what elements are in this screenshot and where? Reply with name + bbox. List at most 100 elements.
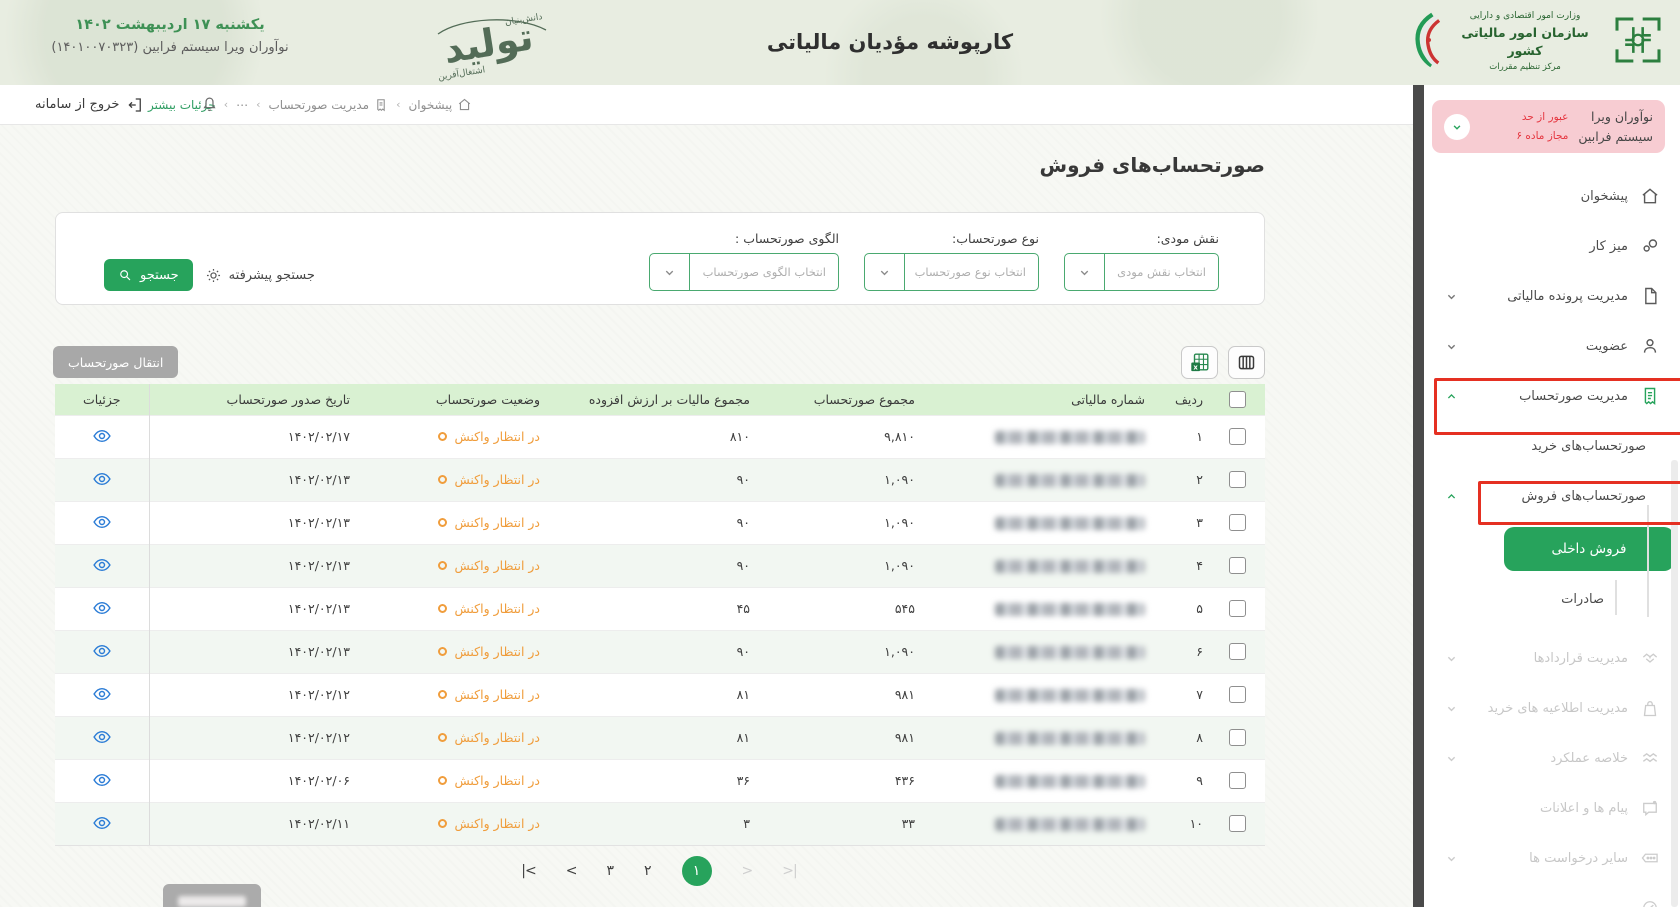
sidebar-scrollbar[interactable] (1671, 460, 1678, 907)
pagination-first-button[interactable]: |< (521, 863, 535, 879)
user-card-expand-button[interactable] (1444, 114, 1470, 140)
sidebar-item[interactable]: میز کار (1424, 221, 1680, 271)
transfer-invoice-button[interactable]: انتقال صورتحساب (53, 346, 178, 378)
blurred-tax-id (995, 818, 1145, 831)
tree-guide-line (1647, 505, 1649, 617)
view-details-button[interactable] (90, 596, 114, 620)
status-badge: در انتظار واکنش (438, 429, 540, 444)
pagination-page-1-active[interactable]: ۱ (682, 856, 712, 886)
row-checkbox[interactable] (1229, 514, 1246, 531)
invoice-total-cell: ۱,۰۹۰ (764, 501, 929, 544)
status-cell: در انتظار واکنش (364, 759, 554, 802)
logout-button[interactable]: خروج از سامانه (35, 85, 144, 124)
pagination-prev-button[interactable]: < (566, 863, 577, 879)
sidebar-item[interactable]: صورتحساب‌های فروش (1424, 471, 1680, 521)
view-details-button[interactable] (90, 725, 114, 749)
main-content: صورتحساب‌های فروش نقش مودی:انتخاب نقش مو… (0, 125, 1413, 907)
sidebar: نوآوران ویرا سیستم فرابین عبور از حد مجا… (1424, 85, 1680, 907)
issue-date-cell: ۱۴۰۲/۰۲/۰۶ (149, 759, 364, 802)
sidebar-item[interactable]: پیشخوان (1424, 171, 1680, 221)
pagination-page-2[interactable]: ۲ (644, 863, 652, 879)
sidebar-item[interactable]: مدیریت پرونده مالیاتی (1424, 271, 1680, 321)
row-checkbox[interactable] (1229, 815, 1246, 832)
sidebar-item[interactable]: مدیریت صورتحساب (1424, 371, 1680, 421)
view-details-button[interactable] (90, 467, 114, 491)
row-checkbox[interactable] (1229, 471, 1246, 488)
table-row: ۶۱,۰۹۰۹۰در انتظار واکنش۱۴۰۲/۰۲/۱۳ (55, 630, 1265, 673)
row-checkbox[interactable] (1229, 428, 1246, 445)
column-header: مجموع صورتحساب (764, 384, 929, 415)
row-checkbox[interactable] (1229, 557, 1246, 574)
row-checkbox[interactable] (1229, 729, 1246, 746)
details-cell (55, 501, 149, 544)
sidebar-item-label: عضویت (1586, 339, 1628, 354)
tax-id-cell (929, 802, 1159, 845)
filter-select[interactable]: انتخاب الگوی صورتحساب (649, 253, 839, 291)
current-date: یکشنبه ۱۷ اردیبهشت ۱۴۰۲ (20, 17, 320, 33)
sidebar-item[interactable]: صادرات (1424, 581, 1680, 617)
vat-total-cell: ۳ (554, 802, 764, 845)
view-details-button[interactable] (90, 639, 114, 663)
invoice-total-cell: ۹,۸۱۰ (764, 415, 929, 458)
status-dot-icon (438, 561, 447, 570)
details-cell (55, 544, 149, 587)
sidebar-item[interactable]: مدیریت اطلاعیه های خرید (1424, 683, 1680, 733)
workspace-icon (1640, 236, 1660, 256)
chevron-down-icon (1444, 651, 1459, 666)
sidebar-item[interactable] (1424, 883, 1680, 907)
user-name-line1: نوآوران ویرا (1578, 107, 1653, 126)
issue-date-cell: ۱۴۰۲/۰۲/۱۲ (149, 673, 364, 716)
row-checkbox-cell (1217, 716, 1265, 759)
row-checkbox[interactable] (1229, 643, 1246, 660)
sidebar-item-label: مدیریت اطلاعیه های خرید (1488, 701, 1628, 716)
exit-icon (126, 96, 144, 114)
chevron-down-icon (1444, 751, 1459, 766)
table-toolbar: انتقال صورتحساب x (53, 341, 1265, 383)
export-excel-button[interactable]: x (1181, 346, 1218, 379)
user-card[interactable]: نوآوران ویرا سیستم فرابین عبور از حد مجا… (1432, 100, 1665, 153)
sidebar-item[interactable]: پیام ها و اعلانات (1424, 783, 1680, 833)
filter-select[interactable]: انتخاب نوع صورتحساب (864, 253, 1039, 291)
status-cell: در انتظار واکنش (364, 458, 554, 501)
table-header-row: ردیفشماره مالیاتیمجموع صورتحسابمجموع مال… (55, 384, 1265, 415)
row-checkbox[interactable] (1229, 772, 1246, 789)
sidebar-menu: پیشخوانمیز کارمدیریت پرونده مالیاتی عضویت… (1424, 171, 1680, 907)
pagination-next-button[interactable]: > (742, 863, 753, 879)
main-scrollbar[interactable] (1413, 85, 1424, 907)
issue-date-cell: ۱۴۰۲/۰۲/۱۳ (149, 458, 364, 501)
vat-total-cell: ۹۰ (554, 501, 764, 544)
view-details-button[interactable] (90, 682, 114, 706)
sidebar-item[interactable]: عضویت (1424, 321, 1680, 371)
view-details-button[interactable] (90, 811, 114, 835)
status-dot-icon (438, 432, 447, 441)
advanced-search-button[interactable]: جستجو پیشرفته (205, 267, 315, 284)
user-name-line2: سیستم فرابین (1578, 127, 1653, 146)
filter-select[interactable]: انتخاب نقش مودی (1064, 253, 1219, 291)
search-button[interactable]: جستجو (104, 259, 193, 291)
status-cell: در انتظار واکنش (364, 587, 554, 630)
sidebar-item[interactable]: سایر درخواست ها (1424, 833, 1680, 883)
sidebar-item[interactable]: مدیریت قراردادها (1424, 633, 1680, 683)
row-checkbox-cell (1217, 544, 1265, 587)
pagination-page-3[interactable]: ۳ (606, 863, 614, 879)
filter-label: نقش مودی: (1064, 231, 1219, 246)
select-all-checkbox[interactable] (1229, 391, 1246, 408)
columns-toggle-button[interactable] (1228, 346, 1265, 379)
status-dot-icon (438, 604, 447, 613)
row-checkbox[interactable] (1229, 686, 1246, 703)
app: وزارت امور اقتصادی و دارایی سازمان امور … (0, 0, 1680, 907)
view-details-button[interactable] (90, 424, 114, 448)
contracts-icon (1640, 648, 1660, 668)
view-details-button[interactable] (90, 553, 114, 577)
sidebar-item[interactable]: خلاصه عملکرد (1424, 733, 1680, 783)
status-label: در انتظار واکنش (454, 515, 540, 530)
row-checkbox[interactable] (1229, 600, 1246, 617)
pagination-last-button[interactable]: >| (782, 863, 796, 879)
notification-bell-icon[interactable] (200, 95, 219, 118)
column-header: وضعیت صورتحساب (364, 384, 554, 415)
status-dot-icon (438, 475, 447, 484)
view-details-button[interactable] (90, 510, 114, 534)
sidebar-item[interactable]: صورتحساب‌های خرید (1424, 421, 1680, 471)
bottom-cut-button[interactable] (163, 884, 261, 907)
view-details-button[interactable] (90, 768, 114, 792)
